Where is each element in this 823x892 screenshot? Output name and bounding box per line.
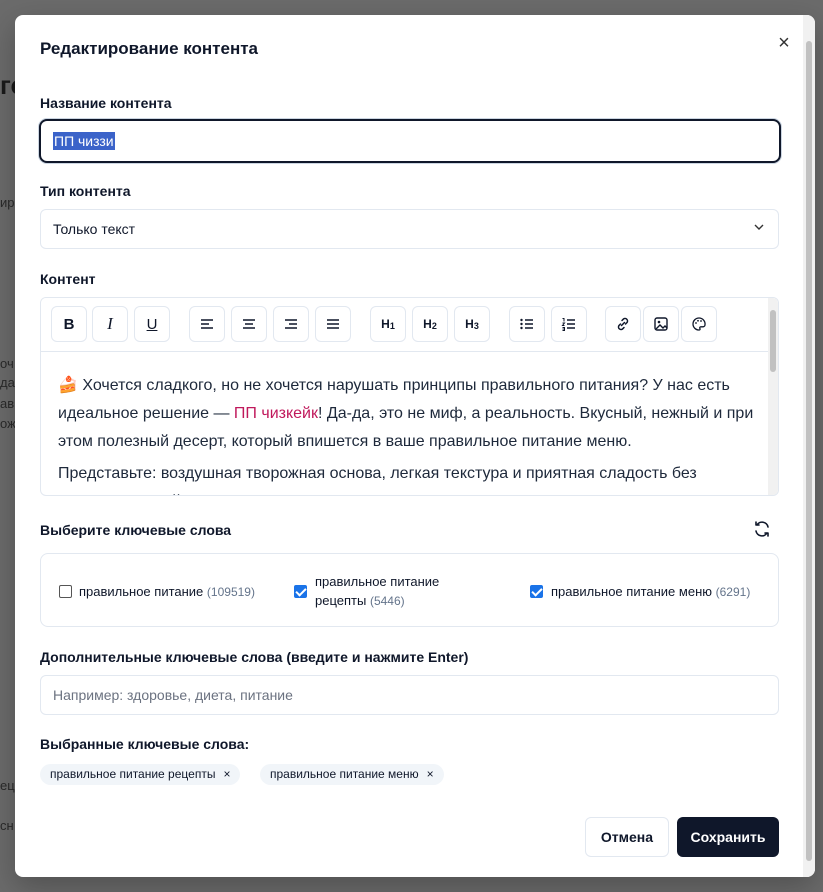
keyword-count: (6291) xyxy=(715,585,751,599)
extra-keywords-input[interactable] xyxy=(40,675,779,715)
heading-1-icon: H1 xyxy=(381,317,395,331)
editor-content[interactable]: 🍰 Хочется сладкого, но не хочется наруша… xyxy=(58,372,758,495)
keyword-chip: правильное питание меню × xyxy=(260,764,444,785)
align-center-button[interactable] xyxy=(231,306,267,342)
background-text-fragment: сн xyxy=(0,818,14,833)
chevron-down-icon xyxy=(754,224,764,230)
keyword-checkbox-checked[interactable] xyxy=(294,585,307,598)
keyword-option[interactable]: правильное питание рецепты (5446) xyxy=(315,572,439,611)
align-right-button[interactable] xyxy=(273,306,309,342)
editor-scrollbar-thumb[interactable] xyxy=(770,310,776,372)
background-text-fragment: ав xyxy=(0,396,15,411)
keyword-checkbox[interactable] xyxy=(59,585,72,598)
align-justify-icon xyxy=(327,319,339,329)
italic-icon: I xyxy=(107,314,113,333)
link-icon xyxy=(617,317,629,331)
selected-keywords-label: Выбранные ключевые слова: xyxy=(40,736,250,752)
keyword-option[interactable]: правильное питание (109519) xyxy=(79,582,255,602)
bold-button[interactable]: B xyxy=(51,306,87,342)
close-icon[interactable]: × xyxy=(773,32,795,54)
background-text-fragment: оч xyxy=(0,356,14,371)
keyword-count: (5446) xyxy=(369,594,405,608)
align-justify-button[interactable] xyxy=(315,306,351,342)
content-label: Контент xyxy=(40,271,96,287)
extra-keywords-label: Дополнительные ключевые слова (введите и… xyxy=(40,649,469,665)
heading-3-button[interactable]: H3 xyxy=(454,306,490,342)
cake-emoji: 🍰 xyxy=(58,377,78,394)
text-color-button[interactable] xyxy=(681,306,717,342)
edit-content-dialog: × Редактирование контента Название конте… xyxy=(15,15,815,877)
heading-3-icon: H3 xyxy=(465,317,479,331)
bullet-list-icon xyxy=(520,318,533,330)
chip-text: правильное питание рецепты xyxy=(50,767,216,781)
dialog-title: Редактирование контента xyxy=(40,39,259,58)
underline-button[interactable]: U xyxy=(134,306,170,342)
ordered-list-button[interactable] xyxy=(551,306,587,342)
background-text-fragment: ож xyxy=(0,416,16,431)
heading-1-button[interactable]: H1 xyxy=(370,306,406,342)
background-text-fragment: ец xyxy=(0,778,15,793)
align-left-icon xyxy=(201,319,213,329)
remove-chip-icon[interactable]: × xyxy=(223,767,230,781)
align-center-icon xyxy=(243,319,255,329)
chip-text: правильное питание меню xyxy=(270,767,419,781)
keyword-option[interactable]: правильное питание меню (6291) xyxy=(551,582,750,602)
keywords-list: правильное питание (109519) правильное п… xyxy=(40,553,779,627)
insert-link-button[interactable] xyxy=(605,306,641,342)
dialog-scrollbar-thumb[interactable] xyxy=(806,41,812,861)
editor-toolbar: B I U H1 H2 H3 xyxy=(41,298,778,352)
remove-chip-icon[interactable]: × xyxy=(427,767,434,781)
keyword-count: (109519) xyxy=(206,585,255,599)
keyword-text: правильное питание xyxy=(315,574,440,589)
keyword-checkbox-checked[interactable] xyxy=(530,585,543,598)
content-name-input[interactable]: ПП чиззи xyxy=(39,119,781,163)
content-name-value: ПП чиззи xyxy=(53,132,115,150)
insert-image-button[interactable] xyxy=(643,306,679,342)
image-icon xyxy=(654,317,668,331)
content-type-label: Тип контента xyxy=(40,183,131,199)
refresh-icon[interactable] xyxy=(753,520,771,538)
italic-button[interactable]: I xyxy=(92,306,128,342)
editor-paragraph: Представьте: воздушная творожная основа,… xyxy=(58,465,697,495)
save-button[interactable]: Сохранить xyxy=(677,817,779,857)
heading-2-button[interactable]: H2 xyxy=(412,306,448,342)
cancel-button[interactable]: Отмена xyxy=(585,817,669,857)
ordered-list-icon xyxy=(561,318,575,331)
background-text-fragment: ир xyxy=(0,195,15,210)
keyword-text: рецепты xyxy=(315,593,367,608)
dialog-scrollbar[interactable] xyxy=(803,15,815,877)
editor-scrollbar[interactable] xyxy=(768,298,778,495)
keyword-chip: правильное питание рецепты × xyxy=(40,764,241,785)
bullet-list-button[interactable] xyxy=(509,306,545,342)
keyword-text: правильное питание xyxy=(79,584,204,599)
keywords-label: Выберите ключевые слова xyxy=(40,522,232,538)
content-type-select[interactable]: Только текст xyxy=(40,209,779,249)
align-left-button[interactable] xyxy=(189,306,225,342)
content-type-value: Только текст xyxy=(53,221,136,237)
align-right-icon xyxy=(285,319,297,329)
content-name-label: Название контента xyxy=(40,95,172,111)
heading-2-icon: H2 xyxy=(423,317,437,331)
underline-icon: U xyxy=(146,315,158,333)
bold-icon: B xyxy=(63,315,75,333)
highlighted-link[interactable]: ПП чизкейк xyxy=(234,405,318,422)
palette-icon xyxy=(692,317,706,331)
keyword-text: правильное питание меню xyxy=(551,584,712,599)
editor-paragraph: 🍰 Хочется сладкого, но не хочется наруша… xyxy=(58,372,758,456)
rich-text-editor[interactable]: B I U H1 H2 H3 🍰 Хочется сладкого, но не… xyxy=(40,297,779,496)
